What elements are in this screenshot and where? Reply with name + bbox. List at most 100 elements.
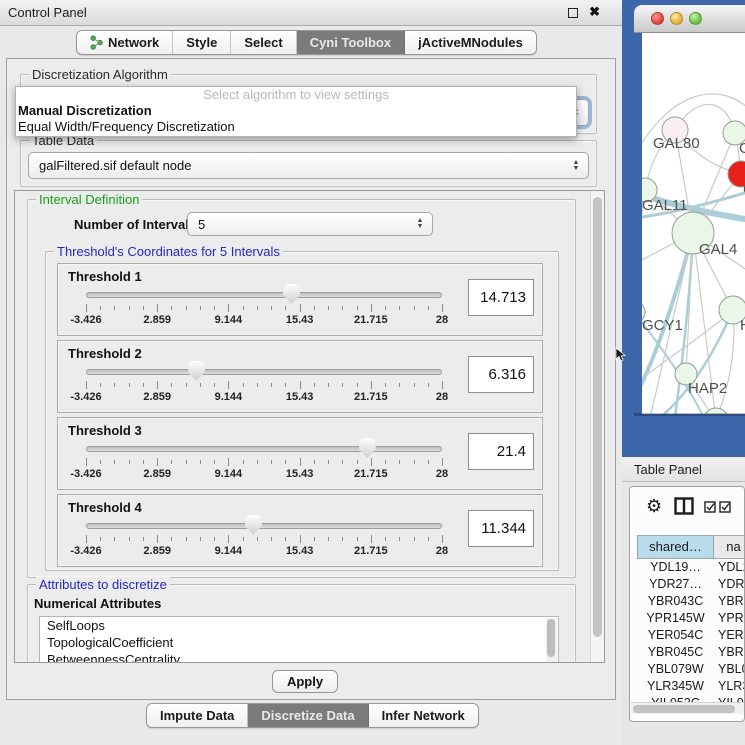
cell-name[interactable]: YLR3 (714, 678, 745, 695)
checkbox-icon[interactable] (704, 501, 717, 513)
threshold-value-field[interactable]: 6.316 (468, 356, 534, 393)
mac-zoom-icon[interactable] (689, 12, 702, 25)
threshold-value-field[interactable]: 11.344 (468, 510, 534, 547)
cell-shared-name[interactable]: YBL079W (637, 661, 714, 678)
table-row[interactable]: YDR27…YDR2 (637, 576, 745, 593)
node-label: GAL4 (699, 241, 737, 258)
settings-vertical-scrollbar[interactable] (590, 191, 604, 662)
checkbox-icon[interactable] (719, 501, 732, 513)
threshold-label: Threshold 1 (68, 269, 142, 284)
attribute-items: SelfLoopsTopologicalCoefficientBetweenne… (40, 617, 558, 663)
tab-cyni-toolbox[interactable]: Cyni Toolbox (297, 31, 405, 54)
tab-discretize-data[interactable]: Discretize Data (248, 704, 368, 727)
cell-shared-name[interactable]: YBR045C (637, 644, 714, 661)
slider-ticks (86, 535, 442, 544)
control-panel: Control Panel ✖ Network StyleSelectCyni T… (0, 0, 622, 745)
algorithm-option-manual-discretization[interactable]: Manual Discretization (16, 103, 576, 119)
cell-name[interactable]: YDR2 (714, 576, 745, 593)
threshold-panel-3: Threshold 3-3.4262.8599.14415.4321.71528… (57, 417, 543, 490)
screenshot-stage: Control Panel ✖ Network StyleSelectCyni T… (0, 0, 745, 745)
slider-ticks (86, 381, 442, 390)
cell-name[interactable]: YIL0 (714, 695, 745, 702)
table-row[interactable]: YBR045CYBR0 (637, 644, 745, 661)
tab-style[interactable]: Style (173, 31, 231, 54)
attribute-item-betweennesscentrality[interactable]: BetweennessCentrality (40, 651, 558, 663)
tab-select[interactable]: Select (231, 31, 296, 54)
tab-impute-data[interactable]: Impute Data (147, 704, 248, 727)
threshold-value-field[interactable]: 21.4 (468, 433, 534, 470)
table-row[interactable]: YIL053CYIL0 (637, 695, 745, 702)
control-panel-title: Control Panel (8, 5, 87, 20)
apply-button[interactable]: Apply (272, 670, 338, 693)
table-row[interactable]: YDL19…YDL1 (637, 559, 745, 576)
num-intervals-value: 5 (198, 217, 205, 232)
table-row[interactable]: YBR043CYBR0 (637, 593, 745, 610)
slider-track[interactable] (86, 292, 442, 298)
cell-shared-name[interactable]: YLR345W (637, 678, 714, 695)
cell-shared-name[interactable]: YDR27… (637, 576, 714, 593)
tab-jactivemnodules[interactable]: jActiveMNodules (405, 31, 536, 54)
table-data-combo-value: galFiltered.sif default node (39, 158, 191, 173)
slider-track[interactable] (86, 369, 442, 375)
slider-tick-labels: -3.4262.8599.14415.4321.71528 (86, 391, 442, 404)
column-header-shared[interactable]: shared… (637, 535, 714, 559)
table-panel-title: Table Panel (634, 462, 702, 477)
algorithm-hint-item[interactable]: Select algorithm to view settings (16, 87, 576, 103)
slider-tick-labels: -3.4262.8599.14415.4321.71528 (86, 545, 442, 558)
node-label: H (740, 317, 745, 334)
slider-thumb[interactable] (283, 284, 300, 304)
algorithm-group-title: Discretization Algorithm (29, 67, 171, 82)
slider-thumb[interactable] (245, 515, 262, 535)
slider-track[interactable] (86, 523, 442, 529)
slider-thumb[interactable] (359, 438, 376, 458)
cell-name[interactable]: YPR1 (714, 610, 745, 627)
network-canvas[interactable]: GAL80GACGAL11GAL4GCY1HHAP2 (642, 33, 745, 414)
threshold-value-field[interactable]: 14.713 (468, 279, 534, 316)
cell-name[interactable]: YER0 (714, 627, 745, 644)
table-toolbar: ⚙ (630, 487, 745, 531)
cell-shared-name[interactable]: YPR145W (637, 610, 714, 627)
threshold-label: Threshold 2 (68, 346, 142, 361)
node-label: HAP2 (688, 380, 727, 397)
num-intervals-combobox[interactable]: 5 ▲▼ (187, 212, 433, 236)
cell-name[interactable]: YDL1 (714, 559, 745, 576)
table-row[interactable]: YLR345WYLR3 (637, 678, 745, 695)
slider-tick-labels: -3.4262.8599.14415.4321.71528 (86, 314, 442, 327)
node-label: GCY1 (642, 317, 683, 334)
num-intervals-label: Number of Intervals (74, 217, 196, 232)
slider-thumb[interactable] (188, 361, 205, 381)
numerical-attributes-list[interactable]: SelfLoopsTopologicalCoefficientBetweenne… (39, 616, 559, 663)
cell-name[interactable]: YBR0 (714, 593, 745, 610)
attribute-item-selfloops[interactable]: SelfLoops (40, 617, 558, 634)
cell-shared-name[interactable]: YER054C (637, 627, 714, 644)
mac-close-icon[interactable] (651, 12, 664, 25)
cell-shared-name[interactable]: YDL19… (637, 559, 714, 576)
tab-label: jActiveMNodules (418, 35, 523, 50)
table-data-combobox[interactable]: galFiltered.sif default node ▲▼ (28, 152, 589, 179)
attributes-scrollbar[interactable] (546, 618, 557, 663)
table-row[interactable]: YER054CYER0 (637, 627, 745, 644)
algorithm-option-equal-width-frequency-discretization[interactable]: Equal Width/Frequency Discretization (16, 119, 576, 135)
cell-name[interactable]: YBR0 (714, 644, 745, 661)
gear-icon[interactable]: ⚙ (646, 496, 662, 517)
close-icon[interactable]: ✖ (589, 4, 600, 20)
column-header-name[interactable]: na (714, 535, 745, 559)
attribute-item-topologicalcoefficient[interactable]: TopologicalCoefficient (40, 634, 558, 651)
tab-label: Network (108, 35, 159, 50)
mac-minimize-icon[interactable] (670, 12, 683, 25)
cell-shared-name[interactable]: YBR043C (637, 593, 714, 610)
split-columns-icon[interactable] (674, 497, 694, 515)
table-row[interactable]: YPR145WYPR1 (637, 610, 745, 627)
threshold-panel-1: Threshold 1 -3.4262.8599.14415.4321.71528… (57, 263, 543, 336)
tab-infer-network[interactable]: Infer Network (369, 704, 478, 727)
table-horizontal-scrollbar[interactable] (631, 702, 745, 714)
cell-name[interactable]: YBL0 (714, 661, 745, 678)
tab-network[interactable]: Network (77, 31, 173, 54)
table-row[interactable]: YBL079WYBL0 (637, 661, 745, 678)
interval-definition-title: Interval Definition (36, 192, 142, 207)
network-window-titlebar[interactable] (634, 5, 745, 33)
slider-track[interactable] (86, 446, 442, 452)
cell-shared-name[interactable]: YIL053C (637, 695, 714, 702)
float-window-icon[interactable] (568, 8, 578, 18)
slider-ticks (86, 458, 442, 467)
